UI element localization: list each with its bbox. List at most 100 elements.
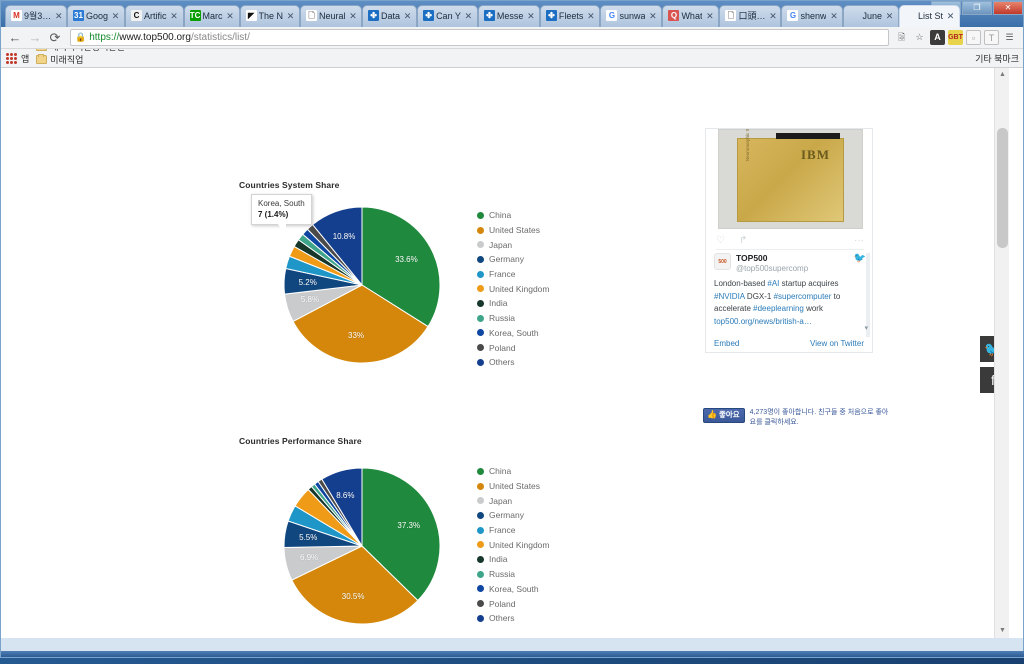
legend-item[interactable]: China [477,464,549,479]
scroll-down-arrow[interactable]: ▼ [995,624,1010,638]
tab-close-icon[interactable]: ✕ [226,6,235,27]
scroll-up-arrow[interactable]: ▲ [995,68,1010,82]
tab-close-icon[interactable]: ✕ [464,6,473,27]
tab-close-icon[interactable]: ✕ [829,6,838,27]
tab-close-icon[interactable]: ✕ [349,6,358,27]
legend-color-swatch [477,314,484,322]
account-handle[interactable]: @top500supercomp [736,264,808,273]
bookmark-item[interactable]: 미래직업 [36,53,128,66]
tab-close-icon[interactable]: ✕ [946,6,955,27]
browser-tab[interactable]: TC Marc ✕ [183,5,240,27]
legend-item[interactable]: Japan [477,493,549,508]
scrollbar-thumb[interactable] [997,128,1008,248]
legend-item[interactable]: Germany [477,252,549,267]
tab-close-icon[interactable]: ✕ [286,6,295,27]
tab-close-icon[interactable]: ✕ [885,6,894,27]
tab-close-icon[interactable]: ✕ [526,6,535,27]
back-icon[interactable]: ← [5,28,25,48]
legend-item[interactable]: Germany [477,508,549,523]
maximize-button[interactable]: ❐ [962,1,992,15]
tweet-item[interactable]: 500 TOP500 @top500supercomp 🐦 London-bas… [714,253,866,328]
browser-tab[interactable]: 🗋 口頭… ✕ [719,5,782,27]
legend-item[interactable]: Korea, South [477,326,549,341]
browser-tab[interactable]: 31 Goog ✕ [67,5,126,27]
pie-svg-performance-share[interactable] [267,464,457,638]
tab-close-icon[interactable]: ✕ [648,6,657,27]
browser-tab[interactable]: Gsunwa ✕ [600,5,663,27]
twitter-timeline-widget[interactable]: IBM Neuromorphic System ♡ ↱ ··· 500 TOP5… [705,128,873,353]
bookmark-star-icon[interactable]: ☆ [912,30,927,45]
legend-item[interactable]: France [477,523,549,538]
legend-item[interactable]: France [477,267,549,282]
legend-item[interactable]: United States [477,223,549,238]
legend-item[interactable]: Russia [477,311,549,326]
tab-close-icon[interactable]: ✕ [705,6,714,27]
browser-tab[interactable]: Gshenw ✕ [781,5,844,27]
legend-item[interactable]: Russia [477,567,549,582]
view-on-twitter-link[interactable]: View on Twitter [810,339,864,348]
url-host: www.top500.org [119,32,191,43]
embed-link[interactable]: Embed [714,339,739,348]
extension-tools-icon[interactable]: GBT [948,30,963,45]
browser-tab[interactable]: ✤ Messe ✕ [477,5,540,27]
legend-item[interactable]: Poland [477,596,549,611]
browser-tab[interactable]: ✤ Data ✕ [362,5,418,27]
browser-tab[interactable]: ✤ Fleets ✕ [539,5,601,27]
browser-tab[interactable]: 🗋 Neural ✕ [300,5,363,27]
translate-icon[interactable]: 🗟 [894,30,909,45]
legend-item[interactable]: Others [477,611,549,626]
extension-text-icon[interactable]: T [984,30,999,45]
legend-item[interactable]: United States [477,479,549,494]
facebook-like-button[interactable]: 👍 좋아요 [703,408,745,423]
tab-close-icon[interactable]: ✕ [403,6,412,27]
legend-item[interactable]: Poland [477,340,549,355]
legend-item[interactable]: Japan [477,237,549,252]
extension-box-icon[interactable]: ▫ [966,30,981,45]
like-icon[interactable]: ♡ [716,235,725,246]
tweet-link[interactable]: #AI [767,279,779,288]
extension-adblock-icon[interactable]: A [930,30,945,45]
account-name[interactable]: TOP500 [736,253,808,263]
retweet-icon[interactable]: ↱ [739,235,747,246]
tab-close-icon[interactable]: ✕ [54,6,63,27]
chevron-down-icon[interactable]: ▾ [864,324,868,332]
browser-tab[interactable]: M 9월3… ✕ [5,5,67,27]
tab-close-icon[interactable]: ✕ [111,6,120,27]
legend-item[interactable]: India [477,296,549,311]
legend-item[interactable]: United Kingdom [477,537,549,552]
tweet-link[interactable]: #NVIDIA [714,292,745,301]
chart-title-performance-share: Countries Performance Share [239,436,362,446]
page-scrollbar[interactable]: ▲ ▼ [994,68,1009,638]
more-icon[interactable]: ··· [854,235,864,246]
tab-label: 口頭… [738,11,766,21]
legend-item[interactable]: Others [477,355,549,370]
tab-close-icon[interactable]: ✕ [170,6,179,27]
legend-item[interactable]: India [477,552,549,567]
browser-tab[interactable]: Q What ✕ [662,5,720,27]
apps-grid-icon[interactable] [6,52,17,64]
pie-slice-label: 5.8% [300,295,320,305]
forward-icon[interactable]: → [25,28,45,48]
browser-tab[interactable]: ✤ Can Y ✕ [417,5,478,27]
tweet-photo[interactable]: IBM Neuromorphic System [718,129,863,229]
browser-tab[interactable]: ◤ The N ✕ [239,5,301,27]
browser-tab[interactable]: List St ✕ [898,5,960,27]
tweet-link[interactable]: #supercomputer [774,292,832,301]
menu-icon[interactable]: ☰ [1002,30,1017,45]
close-window-button[interactable]: ✕ [993,1,1023,15]
legend-item[interactable]: China [477,208,549,223]
legend-item[interactable]: Korea, South [477,582,549,597]
browser-tab[interactable]: June ✕ [843,5,899,27]
reload-icon[interactable]: ⟳ [45,28,65,48]
browser-tab[interactable]: C Artific ✕ [125,5,184,27]
tweet-link[interactable]: top500.org/news/british-a… [714,317,812,326]
legend-item[interactable]: United Kingdom [477,281,549,296]
tab-close-icon[interactable]: ✕ [586,6,595,27]
bookmark-apps[interactable]: 앱 [21,52,29,65]
tweet-link[interactable]: #deeplearning [753,304,804,313]
address-bar[interactable]: 🔒 https:// www.top500.org /statistics/li… [70,29,889,46]
legend-color-swatch [477,241,484,249]
legend-performance-share: China United States Japan Germany France Unit… [477,464,549,626]
other-bookmarks[interactable]: 기타 북마크 [975,52,1023,65]
tab-close-icon[interactable]: ✕ [768,6,777,27]
